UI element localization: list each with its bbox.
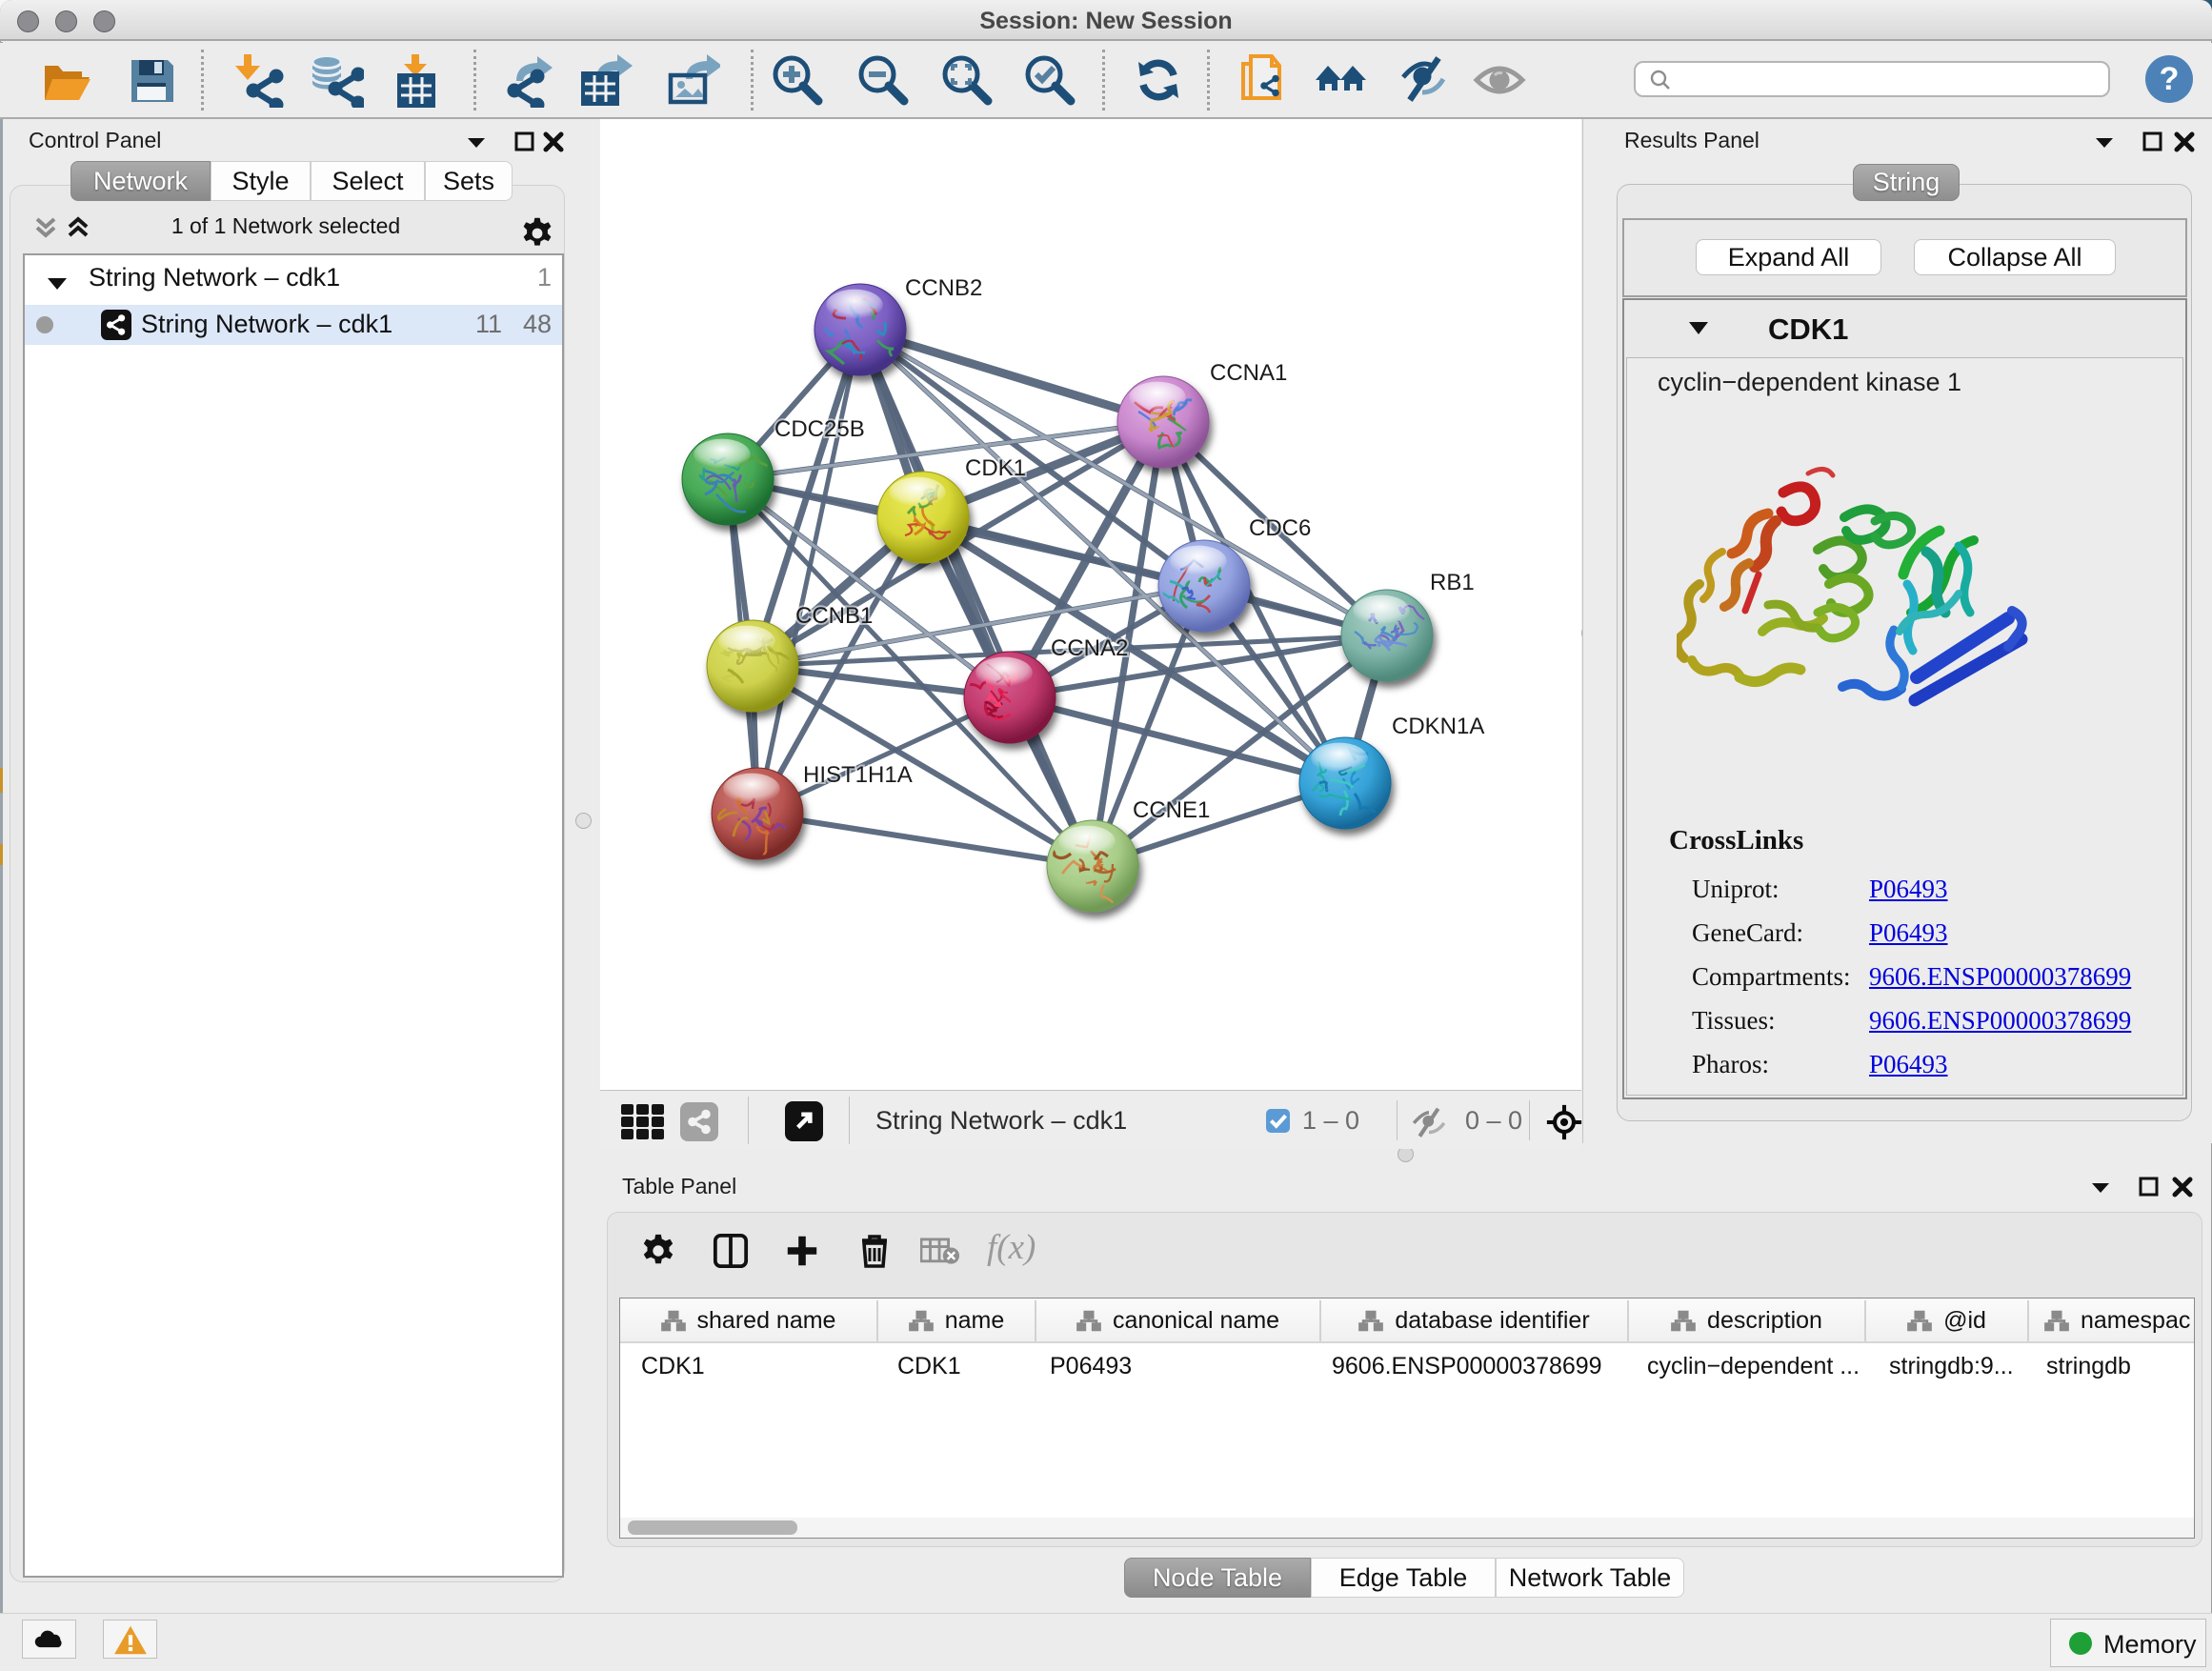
svg-text:CDC6: CDC6 <box>1249 515 1311 541</box>
svg-text:CCNA2: CCNA2 <box>1051 635 1128 661</box>
svg-text:CCNE1: CCNE1 <box>1133 797 1210 823</box>
svg-text:CCNA1: CCNA1 <box>1210 360 1287 386</box>
svg-text:HIST1H1A: HIST1H1A <box>803 762 913 788</box>
svg-text:CDK1: CDK1 <box>965 455 1026 481</box>
svg-text:CCNB2: CCNB2 <box>905 275 982 301</box>
svg-text:CCNB1: CCNB1 <box>795 603 873 629</box>
svg-text:CDKN1A: CDKN1A <box>1392 714 1484 739</box>
svg-text:CDC25B: CDC25B <box>774 416 865 442</box>
svg-text:RB1: RB1 <box>1430 570 1475 595</box>
